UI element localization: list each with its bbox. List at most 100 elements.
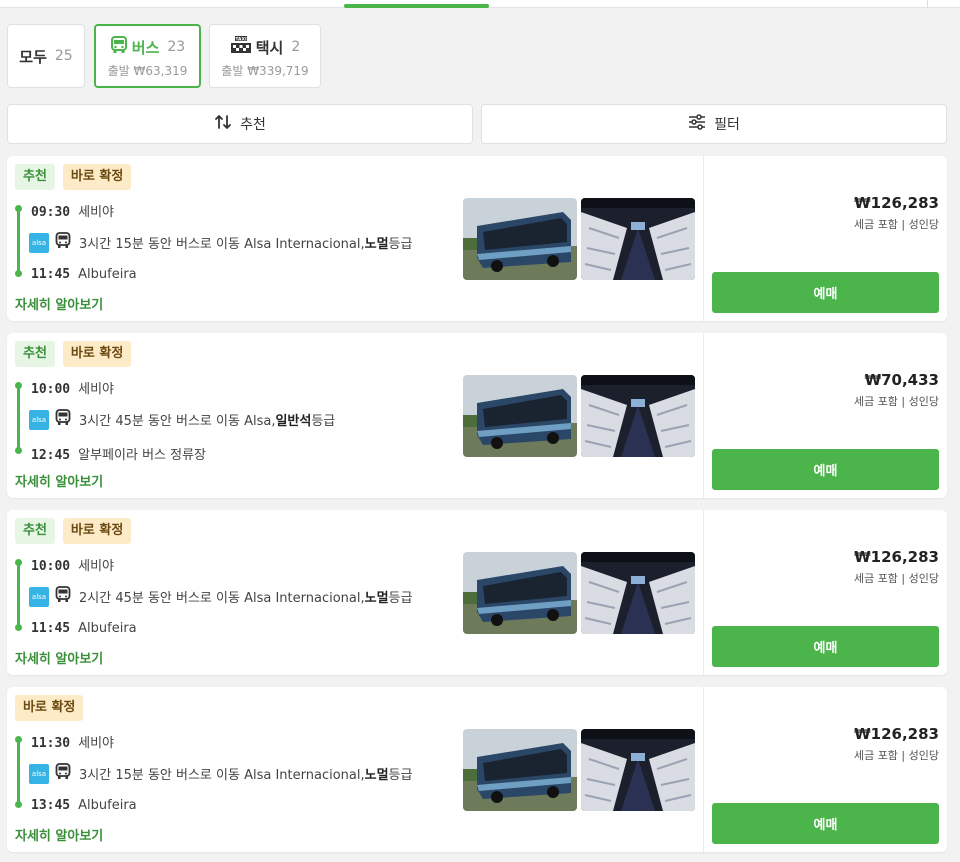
tab-all-count: 25 xyxy=(54,48,73,64)
bus-icon xyxy=(55,232,71,253)
bus-exterior-photo[interactable] xyxy=(463,198,577,280)
route-info: alsa 3시간 15분 동안 버스로 이동 Alsa Internaciona… xyxy=(29,763,412,784)
bus-interior-photo[interactable] xyxy=(581,552,695,634)
result-card-2[interactable]: 추천 바로 확정 10:00 세비야 alsa 3시간 45분 동안 버스로 이동 … xyxy=(7,333,947,498)
tab-bus-label: 버스 xyxy=(131,38,160,57)
route-class: 일반석 xyxy=(275,414,312,429)
price-note: 세금 포함 | 성인당 xyxy=(853,218,939,231)
route-info: alsa 2시간 45분 동안 버스로 이동 Alsa Internaciona… xyxy=(29,586,412,607)
timeline-line xyxy=(17,385,20,453)
book-button[interactable]: 예매 xyxy=(712,803,939,844)
price: ₩126,283 xyxy=(854,194,939,212)
taxi-icon: TAXI xyxy=(230,36,252,58)
route-text: 3시간 15분 동안 버스로 이동 Alsa Internacional, xyxy=(79,237,365,252)
route-suffix: 등급 xyxy=(311,414,336,429)
price: ₩126,283 xyxy=(854,725,939,743)
instant-confirm-badge: 바로 확정 xyxy=(62,341,132,367)
route-text: 3시간 15분 동안 버스로 이동 Alsa Internacional, xyxy=(79,768,365,783)
arrival-time: 11:45 xyxy=(31,621,71,636)
timeline-line xyxy=(17,208,20,276)
arrival-dot xyxy=(15,624,22,631)
departure-time: 11:30 xyxy=(31,736,71,751)
price-note: 세금 포함 | 성인당 xyxy=(853,395,939,408)
sort-label: 추천 xyxy=(240,117,266,133)
top-tab-bar xyxy=(0,0,960,8)
bus-exterior-photo[interactable] xyxy=(463,552,577,634)
card-divider xyxy=(703,333,704,498)
route-suffix: 등급 xyxy=(388,237,413,252)
arrival-time: 13:45 xyxy=(31,798,71,813)
departure-time: 10:00 xyxy=(31,559,71,574)
departure-time: 09:30 xyxy=(31,205,71,220)
tab-taxi-price: 출발 ₩339,719 xyxy=(221,64,309,78)
departure-place: 세비야 xyxy=(78,382,115,397)
arrival-dot xyxy=(15,447,22,454)
route-info: alsa 3시간 45분 동안 버스로 이동 Alsa, 일반석 등급 xyxy=(29,409,335,430)
route-text: 2시간 45분 동안 버스로 이동 Alsa Internacional, xyxy=(79,591,365,606)
tab-taxi-label: 택시 xyxy=(255,38,284,57)
recommended-badge: 추천 xyxy=(15,518,55,544)
arrival: 11:45 Albufeira xyxy=(31,267,137,282)
departure: 09:30 세비야 xyxy=(31,201,114,220)
timeline-line xyxy=(17,739,20,807)
tab-all[interactable]: 모두 25 xyxy=(7,24,85,88)
arrival-place: Albufeira xyxy=(78,267,137,282)
route-class: 노멀 xyxy=(364,768,389,783)
departure-place: 세비야 xyxy=(78,205,115,220)
card-divider xyxy=(703,156,704,321)
book-button[interactable]: 예매 xyxy=(712,626,939,667)
bus-exterior-photo[interactable] xyxy=(463,375,577,457)
recommended-badge: 추천 xyxy=(15,341,55,367)
details-link[interactable]: 자세히 알아보기 xyxy=(15,471,103,490)
tab-taxi[interactable]: TAXI 택시 2 출발 ₩339,719 xyxy=(209,24,321,88)
tab-all-label: 모두 xyxy=(19,47,47,66)
filter-button[interactable]: 필터 xyxy=(481,104,947,144)
filter-label: 필터 xyxy=(714,117,740,133)
departure-time: 10:00 xyxy=(31,382,71,397)
price: ₩126,283 xyxy=(854,548,939,566)
price-note: 세금 포함 | 성인당 xyxy=(853,749,939,762)
tab-taxi-count: 2 xyxy=(291,39,301,55)
bus-interior-photo[interactable] xyxy=(581,729,695,811)
route-class: 노멀 xyxy=(364,591,389,606)
sliders-icon xyxy=(688,113,706,135)
route-info: alsa 3시간 15분 동안 버스로 이동 Alsa Internaciona… xyxy=(29,232,412,253)
departure-dot xyxy=(15,559,22,566)
route-suffix: 등급 xyxy=(388,768,413,783)
bus-icon xyxy=(55,763,71,784)
instant-confirm-badge: 바로 확정 xyxy=(15,695,84,721)
details-link[interactable]: 자세히 알아보기 xyxy=(15,294,103,313)
result-card-3[interactable]: 추천 바로 확정 10:00 세비야 alsa 2시간 45분 동안 버스로 이동 … xyxy=(7,510,947,675)
bus-exterior-photo[interactable] xyxy=(463,729,577,811)
route-text: 3시간 45분 동안 버스로 이동 Alsa, xyxy=(79,414,276,429)
badge-group: 추천 바로 확정 xyxy=(15,164,132,190)
details-link[interactable]: 자세히 알아보기 xyxy=(15,825,103,844)
details-link[interactable]: 자세히 알아보기 xyxy=(15,648,103,667)
timeline-line xyxy=(17,562,20,630)
book-button[interactable]: 예매 xyxy=(712,449,939,490)
arrival-dot xyxy=(15,801,22,808)
sort-button[interactable]: 추천 xyxy=(7,104,473,144)
badge-group: 추천 바로 확정 xyxy=(15,341,132,367)
alsa-logo-icon: alsa xyxy=(29,763,49,784)
tab-bus[interactable]: 버스 23 출발 ₩63,319 xyxy=(94,24,201,88)
price: ₩70,433 xyxy=(864,371,939,389)
bus-interior-photo[interactable] xyxy=(581,198,695,280)
bus-interior-photo[interactable] xyxy=(581,375,695,457)
arrival-dot xyxy=(15,270,22,277)
arrival-time: 11:45 xyxy=(31,267,71,282)
arrival: 12:45 알부페이라 버스 정류장 xyxy=(31,444,206,463)
bus-icon xyxy=(55,409,71,430)
sort-icon xyxy=(214,113,232,135)
result-card-1[interactable]: 추천 바로 확정 09:30 세비야 alsa 3시간 15분 동안 버스로 이동 … xyxy=(7,156,947,321)
route-suffix: 등급 xyxy=(388,591,413,606)
tab-bus-count: 23 xyxy=(167,39,186,55)
book-button[interactable]: 예매 xyxy=(712,272,939,313)
arrival: 11:45 Albufeira xyxy=(31,621,137,636)
card-divider xyxy=(703,510,704,675)
route-class: 노멀 xyxy=(364,237,389,252)
arrival-place: Albufeira xyxy=(78,798,137,813)
result-card-4[interactable]: 바로 확정 11:30 세비야 alsa 3시간 15분 동안 버스로 이동 Al… xyxy=(7,687,947,852)
price-note: 세금 포함 | 성인당 xyxy=(853,572,939,585)
departure-place: 세비야 xyxy=(78,736,115,751)
